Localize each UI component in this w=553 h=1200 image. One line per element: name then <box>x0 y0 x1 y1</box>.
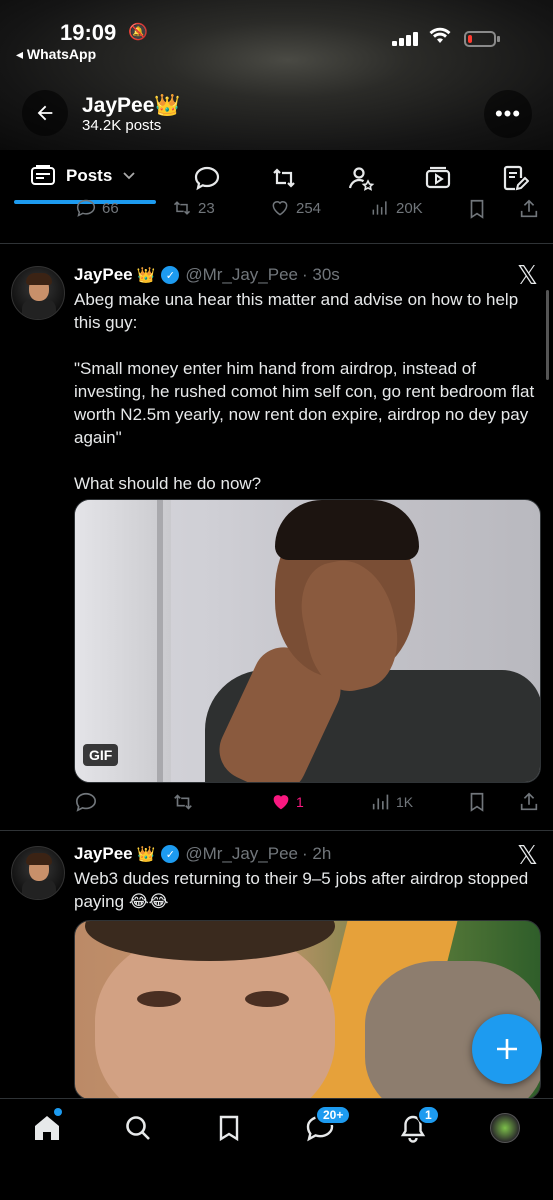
tweet-gif-media[interactable]: GIF <box>74 499 541 783</box>
tab-posts[interactable]: Posts <box>30 164 136 188</box>
prev-reply-button[interactable]: 66 <box>76 198 119 218</box>
posts-icon <box>31 165 55 185</box>
tab-replies-icon[interactable] <box>193 164 221 192</box>
profile-name: JayPee👑 <box>82 94 181 117</box>
prev-repost-button[interactable]: 23 <box>172 198 215 218</box>
prev-views-button[interactable]: 20K <box>370 198 423 218</box>
more-options-button[interactable]: ••• <box>484 90 532 138</box>
prev-repost-count: 23 <box>198 199 215 217</box>
divider <box>0 830 553 831</box>
crown-emoji: 👑 <box>136 267 156 284</box>
profile-avatar-nav[interactable] <box>490 1113 520 1143</box>
battery-tip <box>497 36 500 42</box>
views-icon[interactable] <box>370 791 392 813</box>
home-unread-dot <box>54 1108 62 1116</box>
compose-post-button[interactable] <box>472 1014 542 1084</box>
home-icon[interactable] <box>32 1113 62 1143</box>
repost-icon <box>173 201 191 215</box>
prev-reply-count: 66 <box>102 199 119 217</box>
heart-filled-icon[interactable] <box>270 791 292 813</box>
tweet-author-name[interactable]: JayPee <box>74 844 133 864</box>
notifications-badge: 1 <box>417 1105 440 1125</box>
tab-reposts-icon[interactable] <box>270 164 298 192</box>
tweet-author-row: JayPee 👑 ✓ @Mr_Jay_Pee · 30s <box>74 265 340 285</box>
status-time: 19:09 <box>60 20 117 45</box>
arrow-left-icon <box>37 105 53 121</box>
views-count: 1K <box>396 794 414 810</box>
bookmark-icon[interactable] <box>466 198 488 220</box>
repost-icon[interactable] <box>172 791 194 813</box>
prev-like-button[interactable]: 254 <box>270 198 321 218</box>
plus-icon <box>497 1039 517 1059</box>
tweet-author-name[interactable]: JayPee <box>74 265 133 285</box>
messages-badge: 20+ <box>315 1105 352 1125</box>
x-logo-icon: 𝕏 <box>517 260 538 290</box>
share-icon[interactable] <box>518 791 540 813</box>
crown-emoji: 👑 <box>136 846 156 863</box>
tweet-time[interactable]: · 30s <box>302 265 340 285</box>
scrollbar[interactable] <box>546 290 549 380</box>
bookmarks-nav-icon[interactable] <box>214 1113 244 1143</box>
tweet-time[interactable]: · 2h <box>302 844 331 864</box>
posts-count: 34.2K posts <box>82 117 162 134</box>
avatar[interactable] <box>11 266 65 320</box>
previous-post-actions: 66 23 254 20K <box>0 196 553 224</box>
tweet-text: Abeg make una hear this matter and advis… <box>74 290 535 493</box>
tweet-text: Web3 dudes returning to their 9–5 jobs a… <box>74 869 529 911</box>
like-count: 1 <box>296 794 304 810</box>
tab-posts-label: Posts <box>66 166 113 185</box>
reply-icon[interactable] <box>75 791 97 813</box>
search-icon[interactable] <box>123 1113 153 1143</box>
back-button[interactable] <box>22 90 68 136</box>
divider <box>0 243 553 244</box>
verified-badge-icon: ✓ <box>161 266 180 284</box>
battery-icon <box>464 31 496 47</box>
avatar[interactable] <box>11 846 65 900</box>
tweet-author-handle[interactable]: @Mr_Jay_Pee <box>185 265 298 285</box>
reply-icon <box>76 199 96 217</box>
prev-like-count: 254 <box>296 199 322 217</box>
prev-views-count: 20K <box>396 199 423 217</box>
chevron-down-icon <box>123 172 135 180</box>
status-bar: 19:09 🔕 ◂ WhatsApp <box>0 0 553 70</box>
tab-media-icon[interactable] <box>424 164 452 192</box>
back-to-app-link[interactable]: ◂ WhatsApp <box>16 46 96 63</box>
tweet-author-row: JayPee 👑 ✓ @Mr_Jay_Pee · 2h <box>74 844 331 864</box>
views-icon <box>372 201 387 215</box>
share-icon[interactable] <box>518 198 540 220</box>
gif-badge: GIF <box>83 744 119 766</box>
bottom-navigation: 20+ 1 <box>0 1098 553 1200</box>
tab-articles-icon[interactable] <box>501 164 529 192</box>
cellular-signal-icon <box>392 30 420 46</box>
verified-badge-icon: ✓ <box>161 845 180 863</box>
tweet-actions: 1 1K <box>0 791 553 821</box>
silent-bell-icon: 🔕 <box>128 24 148 41</box>
tab-affiliates-icon[interactable] <box>347 164 375 192</box>
bookmark-icon[interactable] <box>466 791 488 813</box>
tweet-author-handle[interactable]: @Mr_Jay_Pee <box>185 844 298 864</box>
wifi-icon <box>428 24 452 50</box>
heart-icon <box>272 201 288 216</box>
tweet-image-media[interactable] <box>74 920 541 1100</box>
